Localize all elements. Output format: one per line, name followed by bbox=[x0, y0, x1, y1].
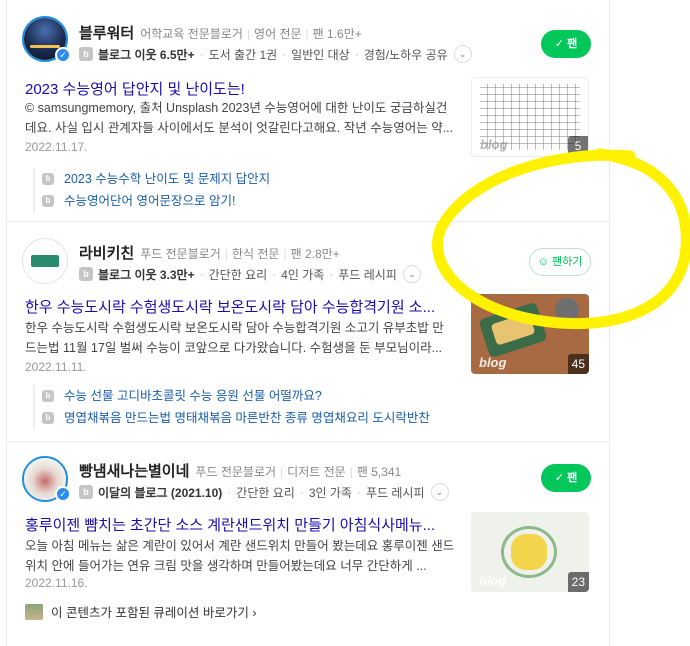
post-description[interactable]: 오늘 아침 메뉴는 삶은 계란이 있어서 계란 샌드위치 만들어 봤는데요 홍루… bbox=[25, 536, 455, 576]
post-date: 2022.11.16. bbox=[25, 576, 88, 590]
blogger-info: 빵냄새나는별이네 푸드 전문블로거 | 디저트 전문 | 팬 5,341 bbox=[79, 463, 402, 480]
fan-count: 팬 2.8만+ bbox=[290, 247, 340, 261]
blog-badge-icon: b bbox=[42, 390, 54, 402]
blogger-name[interactable]: 빵냄새나는별이네 bbox=[79, 463, 189, 480]
neighbor-count: 블로그 이웃 6.5만+ bbox=[98, 47, 195, 62]
blogger-tag: 푸드 전문블로거 bbox=[140, 247, 221, 261]
blogger-meta: b 이달의 블로그 (2021.10) · 간단한 요리 · 3인 가족 · 푸드 레시피 ⌄ bbox=[79, 483, 449, 501]
image-count: 23 bbox=[567, 572, 589, 592]
chevron-down-icon[interactable]: ⌄ bbox=[402, 265, 421, 283]
blog-watermark: blog bbox=[479, 573, 507, 588]
chevron-down-icon[interactable]: ⌄ bbox=[430, 483, 449, 501]
related-post-link[interactable]: b 수능 선물 고디바초콜릿 수능 응원 선물 어떨까요? bbox=[42, 385, 430, 407]
chevron-down-icon[interactable]: ⌄ bbox=[453, 45, 472, 63]
blog-badge-icon: b bbox=[79, 47, 93, 61]
blogger-tag: 디저트 전문 bbox=[287, 465, 346, 479]
meta-tag: 간단한 요리 bbox=[208, 267, 268, 282]
blogger-meta: b 블로그 이웃 6.5만+ · 도서 출간 1권 · 일반인 대상 · 경험/노하우 공유 ⌄ bbox=[79, 45, 472, 63]
meta-tag: 4인 가족 bbox=[281, 267, 325, 282]
yellow-highlight-circle bbox=[432, 148, 690, 330]
post-title[interactable]: 한우 수능도시락 수험생도시락 보온도시락 담아 수능합격기원 소... bbox=[25, 296, 455, 317]
blog-badge-icon: b bbox=[42, 195, 54, 207]
related-post-link[interactable]: b 명엽채볶음 만드는법 명태채볶음 마른반찬 종류 명엽채요리 도시락반찬 bbox=[42, 407, 430, 429]
blog-badge-icon: b bbox=[42, 173, 54, 185]
verified-icon: ✓ bbox=[55, 47, 71, 63]
avatar[interactable] bbox=[22, 238, 68, 284]
blogger-tag: 푸드 전문블로거 bbox=[195, 465, 277, 479]
blog-badge-icon: b bbox=[42, 412, 54, 424]
blogger-tag: 어학교육 전문블로거 bbox=[140, 27, 243, 41]
post-thumbnail[interactable]: blog 5 bbox=[471, 77, 589, 157]
post-description[interactable]: 한우 수능도시락 수험생도시락 보온도시락 담아 수능합격기원 소고기 유부초밥… bbox=[25, 318, 455, 358]
curation-thumbnail-icon bbox=[25, 603, 43, 620]
blog-badge-icon: b bbox=[79, 267, 93, 281]
blog-badge-icon: b bbox=[79, 485, 93, 499]
fan-button[interactable]: ✓ 팬 bbox=[541, 30, 591, 58]
blogger-info: 라비키친 푸드 전문블로거 | 한식 전문 | 팬 2.8만+ bbox=[79, 245, 340, 262]
post-date: 2022.11.11. bbox=[25, 360, 87, 374]
blogger-tag: 영어 전문 bbox=[254, 27, 302, 41]
meta-tag: 경험/노하우 공유 bbox=[363, 47, 448, 62]
meta-tag: 도서 출간 1권 bbox=[208, 47, 278, 62]
post-title[interactable]: 2023 수능영어 답안지 및 난이도는! bbox=[25, 78, 455, 99]
meta-tag: 3인 가족 bbox=[308, 485, 352, 500]
related-posts: b 2023 수능수학 난이도 및 문제지 답안지 b 수능영어단어 영어문장으로 … bbox=[33, 168, 270, 212]
post-title[interactable]: 홍루이젠 뺨치는 초간단 소스 계란샌드위치 만들기 아침식사메뉴... bbox=[25, 514, 455, 535]
blogger-tag: 한식 전문 bbox=[231, 247, 280, 261]
blogger-info: 블루워터 어학교육 전문블로거 | 영어 전문 | 팬 1.6만+ bbox=[79, 25, 362, 42]
related-posts: b 수능 선물 고디바초콜릿 수능 응원 선물 어떨까요? b 명엽채볶음 만드는법… bbox=[33, 385, 430, 429]
fan-count: 팬 5,341 bbox=[356, 465, 402, 479]
monthly-blog-award: 이달의 블로그 (2021.10) bbox=[98, 485, 223, 500]
meta-tag: 푸드 레시피 bbox=[338, 267, 397, 282]
blogger-name[interactable]: 블루워터 bbox=[79, 25, 134, 42]
related-post-link[interactable]: b 2023 수능수학 난이도 및 문제지 답안지 bbox=[42, 168, 270, 190]
blog-watermark: blog bbox=[479, 355, 507, 370]
verified-icon: ✓ bbox=[55, 486, 71, 502]
fan-count: 팬 1.6만+ bbox=[312, 27, 362, 41]
post-description[interactable]: © samsungmemory, 출처 Unsplash 2023년 수능영어에… bbox=[25, 98, 455, 138]
related-post-link[interactable]: b 수능영어단어 영어문장으로 암기! bbox=[42, 190, 270, 212]
meta-tag: 푸드 레시피 bbox=[365, 485, 425, 500]
blogger-meta: b 블로그 이웃 3.3만+ · 간단한 요리 · 4인 가족 · 푸드 레시피 ⌄ bbox=[79, 265, 421, 283]
image-count: 45 bbox=[567, 354, 589, 374]
blogger-name[interactable]: 라비키친 bbox=[79, 245, 134, 262]
neighbor-count: 블로그 이웃 3.3만+ bbox=[98, 267, 195, 282]
meta-tag: 일반인 대상 bbox=[291, 47, 350, 62]
meta-tag: 간단한 요리 bbox=[236, 485, 295, 500]
blog-result-card: ✓ 빵냄새나는별이네 푸드 전문블로거 | 디저트 전문 | 팬 5,341 b 이달의 블… bbox=[7, 442, 609, 646]
fan-button[interactable]: ✓ 팬 bbox=[541, 464, 591, 492]
post-thumbnail[interactable]: blog 23 bbox=[471, 512, 589, 592]
curation-link[interactable]: 이 콘텐츠가 포함된 큐레이션 바로가기 › bbox=[25, 602, 257, 621]
post-date: 2022.11.17. bbox=[25, 140, 88, 154]
